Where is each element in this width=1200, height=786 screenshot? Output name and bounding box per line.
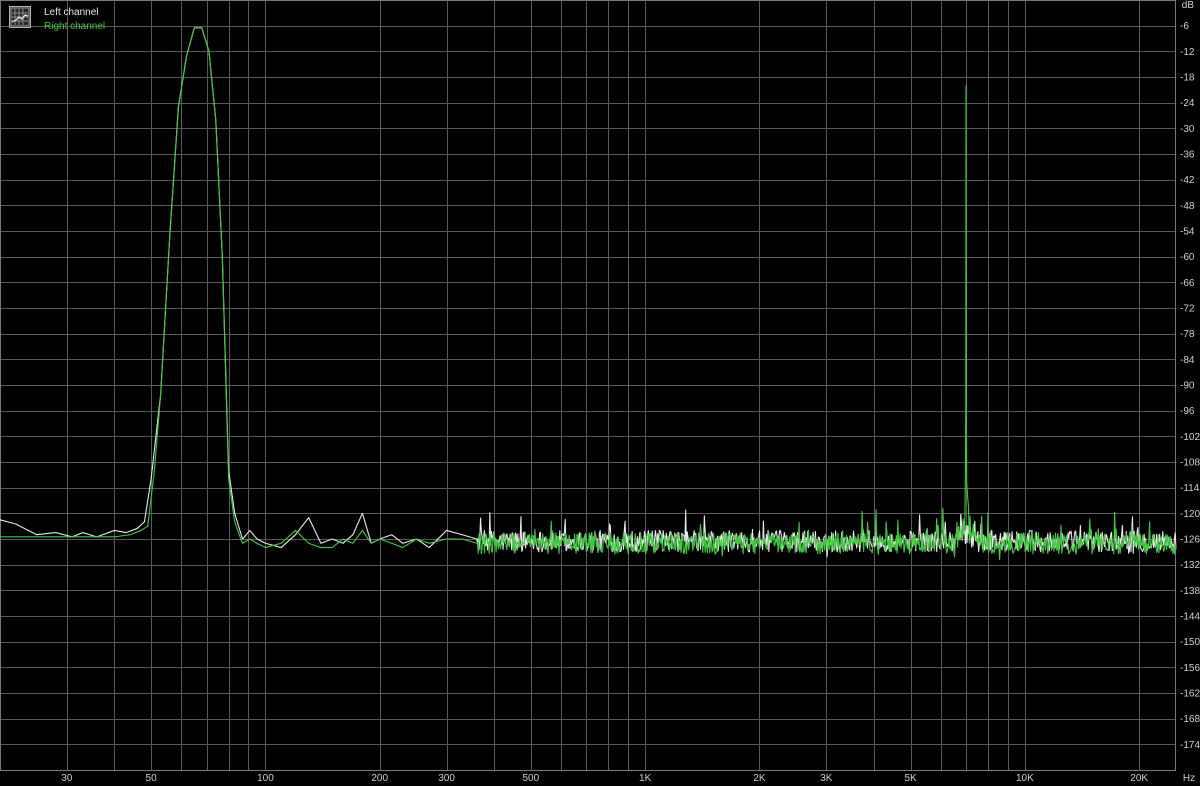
y-tick-label: -138 [1180,586,1200,597]
y-tick-label: -120 [1180,509,1200,520]
y-tick-label: -144 [1180,612,1200,623]
y-tick-label: -6 [1180,21,1189,32]
y-tick-label: -132 [1180,560,1200,571]
y-tick-label: -12 [1180,47,1195,58]
x-tick-label: 50 [146,773,158,784]
x-tick-label: 10K [1016,773,1034,784]
x-tick-label: 2K [753,773,766,784]
y-tick-label: -78 [1180,329,1195,340]
y-tick-label: -18 [1180,73,1195,84]
y-tick-label: -54 [1180,227,1195,238]
legend-left-channel: Left channel [44,7,99,18]
y-tick-label: -72 [1180,304,1195,315]
x-tick-label: 5K [904,773,917,784]
y-tick-label: -30 [1180,124,1195,135]
x-tick-label: 1K [639,773,652,784]
spectrum-chart: dB -6 -12 -18 -24 -30 -36 -42 -48 -54 -60 -66 -72 -78… [0,0,1200,786]
y-tick-label: -84 [1180,355,1195,366]
chart-background [0,0,1200,786]
y-axis-label: dB [1182,0,1195,11]
y-tick-label: -168 [1180,714,1200,725]
y-tick-label: -156 [1180,663,1200,674]
y-tick-label: -96 [1180,406,1195,417]
x-axis-label: Hz [1183,773,1195,784]
y-tick-label: -174 [1180,740,1200,751]
y-tick-label: -150 [1180,637,1200,648]
y-tick-label: -126 [1180,535,1200,546]
y-tick-label: -24 [1180,98,1195,109]
y-tick-label: -114 [1180,483,1200,494]
y-tick-label: -60 [1180,252,1195,263]
legend-grid-icon[interactable] [9,6,31,28]
y-tick-label: -108 [1180,458,1200,469]
y-tick-label: -66 [1180,278,1195,289]
y-tick-label: -42 [1180,175,1195,186]
x-tick-label: 200 [371,773,388,784]
y-tick-label: -90 [1180,381,1195,392]
x-tick-label: 3K [820,773,833,784]
y-tick-label: -36 [1180,150,1195,161]
x-tick-label: 100 [257,773,274,784]
y-tick-label: -162 [1180,689,1200,700]
x-tick-label: 30 [61,773,73,784]
legend-right-channel: Right channel [44,21,106,32]
x-tick-label: 300 [438,773,455,784]
x-tick-label: 20K [1130,773,1148,784]
y-tick-label: -48 [1180,201,1195,212]
y-tick-label: -102 [1180,432,1200,443]
x-tick-label: 500 [523,773,540,784]
